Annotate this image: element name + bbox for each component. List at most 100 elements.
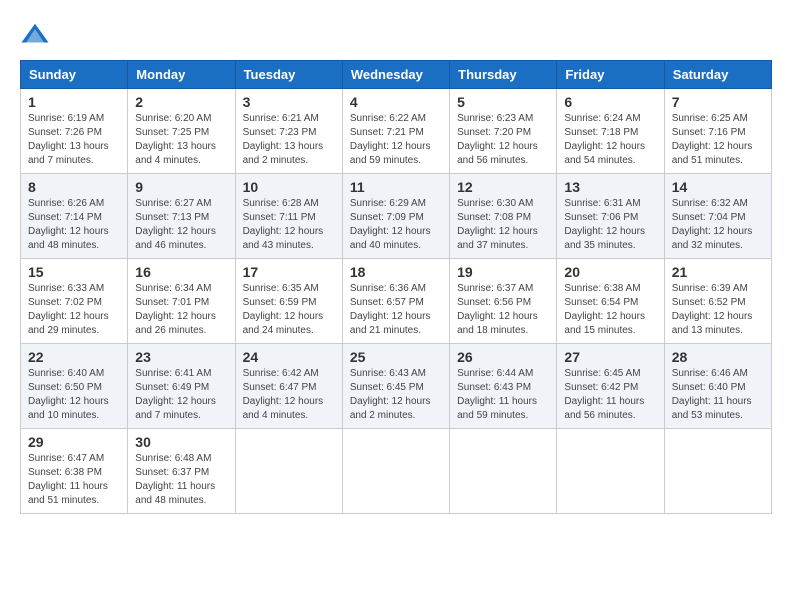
calendar-cell: 20 Sunrise: 6:38 AMSunset: 6:54 PMDayligh… <box>557 259 664 344</box>
logo-icon <box>20 20 50 50</box>
calendar-cell <box>664 429 771 514</box>
calendar-cell: 6 Sunrise: 6:24 AMSunset: 7:18 PMDaylight… <box>557 89 664 174</box>
day-number: 27 <box>564 349 656 365</box>
calendar-row: 15Sunrise: 6:33 AMSunset: 7:02 PMDayligh… <box>21 259 772 344</box>
calendar-cell: 18 Sunrise: 6:36 AMSunset: 6:57 PMDayligh… <box>342 259 449 344</box>
calendar-cell: 10 Sunrise: 6:28 AMSunset: 7:11 PMDayligh… <box>235 174 342 259</box>
day-number: 10 <box>243 179 335 195</box>
day-number: 3 <box>243 94 335 110</box>
day-number: 29 <box>28 434 120 450</box>
calendar-cell: 19 Sunrise: 6:37 AMSunset: 6:56 PMDayligh… <box>450 259 557 344</box>
day-info: Sunrise: 6:23 AMSunset: 7:20 PMDaylight:… <box>457 112 549 168</box>
day-info: Sunrise: 6:35 AMSunset: 6:59 PMDaylight:… <box>243 282 335 338</box>
day-number: 21 <box>672 264 764 280</box>
day-number: 5 <box>457 94 549 110</box>
calendar-cell: 13 Sunrise: 6:31 AMSunset: 7:06 PMDayligh… <box>557 174 664 259</box>
day-number: 26 <box>457 349 549 365</box>
day-number: 23 <box>135 349 227 365</box>
day-info: Sunrise: 6:32 AMSunset: 7:04 PMDaylight:… <box>672 197 764 253</box>
day-info: Sunrise: 6:30 AMSunset: 7:08 PMDaylight:… <box>457 197 549 253</box>
day-info: Sunrise: 6:43 AMSunset: 6:45 PMDaylight:… <box>350 367 442 423</box>
day-number: 13 <box>564 179 656 195</box>
day-info: Sunrise: 6:41 AMSunset: 6:49 PMDaylight:… <box>135 367 227 423</box>
day-info: Sunrise: 6:48 AMSunset: 6:37 PMDaylight:… <box>135 452 227 508</box>
calendar-cell: 24Sunrise: 6:42 AMSunset: 6:47 PMDayligh… <box>235 344 342 429</box>
day-number: 12 <box>457 179 549 195</box>
day-info: Sunrise: 6:19 AMSunset: 7:26 PMDaylight:… <box>28 112 120 168</box>
day-info: Sunrise: 6:20 AMSunset: 7:25 PMDaylight:… <box>135 112 227 168</box>
day-number: 16 <box>135 264 227 280</box>
day-info: Sunrise: 6:33 AMSunset: 7:02 PMDaylight:… <box>28 282 120 338</box>
logo <box>20 20 54 50</box>
day-number: 6 <box>564 94 656 110</box>
calendar-cell: 16 Sunrise: 6:34 AMSunset: 7:01 PMDayligh… <box>128 259 235 344</box>
weekday-header-saturday: Saturday <box>664 61 771 89</box>
calendar-cell: 28 Sunrise: 6:46 AMSunset: 6:40 PMDayligh… <box>664 344 771 429</box>
day-info: Sunrise: 6:22 AMSunset: 7:21 PMDaylight:… <box>350 112 442 168</box>
calendar-cell: 14Sunrise: 6:32 AMSunset: 7:04 PMDayligh… <box>664 174 771 259</box>
weekday-header-wednesday: Wednesday <box>342 61 449 89</box>
day-number: 24 <box>243 349 335 365</box>
day-info: Sunrise: 6:26 AMSunset: 7:14 PMDaylight:… <box>28 197 120 253</box>
calendar-cell: 22 Sunrise: 6:40 AMSunset: 6:50 PMDayligh… <box>21 344 128 429</box>
calendar-cell <box>557 429 664 514</box>
weekday-header-sunday: Sunday <box>21 61 128 89</box>
day-number: 1 <box>28 94 120 110</box>
calendar-cell <box>342 429 449 514</box>
day-info: Sunrise: 6:47 AMSunset: 6:38 PMDaylight:… <box>28 452 120 508</box>
weekday-header-monday: Monday <box>128 61 235 89</box>
day-info: Sunrise: 6:31 AMSunset: 7:06 PMDaylight:… <box>564 197 656 253</box>
weekday-header-thursday: Thursday <box>450 61 557 89</box>
calendar-cell: 26 Sunrise: 6:44 AMSunset: 6:43 PMDayligh… <box>450 344 557 429</box>
page-header <box>20 20 772 50</box>
day-info: Sunrise: 6:36 AMSunset: 6:57 PMDaylight:… <box>350 282 442 338</box>
day-info: Sunrise: 6:44 AMSunset: 6:43 PMDaylight:… <box>457 367 549 423</box>
day-number: 2 <box>135 94 227 110</box>
calendar-cell: 8 Sunrise: 6:26 AMSunset: 7:14 PMDaylight… <box>21 174 128 259</box>
day-info: Sunrise: 6:21 AMSunset: 7:23 PMDaylight:… <box>243 112 335 168</box>
calendar-cell: 2 Sunrise: 6:20 AMSunset: 7:25 PMDaylight… <box>128 89 235 174</box>
day-info: Sunrise: 6:34 AMSunset: 7:01 PMDaylight:… <box>135 282 227 338</box>
day-number: 28 <box>672 349 764 365</box>
calendar-cell: 29 Sunrise: 6:47 AMSunset: 6:38 PMDayligh… <box>21 429 128 514</box>
day-info: Sunrise: 6:45 AMSunset: 6:42 PMDaylight:… <box>564 367 656 423</box>
day-number: 9 <box>135 179 227 195</box>
calendar-row: 1 Sunrise: 6:19 AMSunset: 7:26 PMDaylight… <box>21 89 772 174</box>
day-info: Sunrise: 6:37 AMSunset: 6:56 PMDaylight:… <box>457 282 549 338</box>
day-number: 8 <box>28 179 120 195</box>
calendar-cell: 12 Sunrise: 6:30 AMSunset: 7:08 PMDayligh… <box>450 174 557 259</box>
calendar-cell: 3 Sunrise: 6:21 AMSunset: 7:23 PMDaylight… <box>235 89 342 174</box>
calendar-cell: 7Sunrise: 6:25 AMSunset: 7:16 PMDaylight… <box>664 89 771 174</box>
weekday-header-friday: Friday <box>557 61 664 89</box>
calendar-cell: 17 Sunrise: 6:35 AMSunset: 6:59 PMDayligh… <box>235 259 342 344</box>
calendar-cell <box>450 429 557 514</box>
day-info: Sunrise: 6:40 AMSunset: 6:50 PMDaylight:… <box>28 367 120 423</box>
calendar-cell: 1 Sunrise: 6:19 AMSunset: 7:26 PMDaylight… <box>21 89 128 174</box>
weekday-header-tuesday: Tuesday <box>235 61 342 89</box>
calendar-cell: 21Sunrise: 6:39 AMSunset: 6:52 PMDayligh… <box>664 259 771 344</box>
day-info: Sunrise: 6:27 AMSunset: 7:13 PMDaylight:… <box>135 197 227 253</box>
day-info: Sunrise: 6:24 AMSunset: 7:18 PMDaylight:… <box>564 112 656 168</box>
day-info: Sunrise: 6:38 AMSunset: 6:54 PMDaylight:… <box>564 282 656 338</box>
calendar-row: 29 Sunrise: 6:47 AMSunset: 6:38 PMDayligh… <box>21 429 772 514</box>
calendar-cell: 23 Sunrise: 6:41 AMSunset: 6:49 PMDayligh… <box>128 344 235 429</box>
day-number: 22 <box>28 349 120 365</box>
calendar-cell: 27 Sunrise: 6:45 AMSunset: 6:42 PMDayligh… <box>557 344 664 429</box>
calendar-cell: 25Sunrise: 6:43 AMSunset: 6:45 PMDayligh… <box>342 344 449 429</box>
day-number: 4 <box>350 94 442 110</box>
day-number: 18 <box>350 264 442 280</box>
calendar-header-row: SundayMondayTuesdayWednesdayThursdayFrid… <box>21 61 772 89</box>
calendar-cell: 9 Sunrise: 6:27 AMSunset: 7:13 PMDaylight… <box>128 174 235 259</box>
day-info: Sunrise: 6:46 AMSunset: 6:40 PMDaylight:… <box>672 367 764 423</box>
calendar-cell <box>235 429 342 514</box>
day-number: 20 <box>564 264 656 280</box>
day-number: 17 <box>243 264 335 280</box>
day-number: 30 <box>135 434 227 450</box>
day-number: 19 <box>457 264 549 280</box>
day-info: Sunrise: 6:28 AMSunset: 7:11 PMDaylight:… <box>243 197 335 253</box>
calendar-row: 8 Sunrise: 6:26 AMSunset: 7:14 PMDaylight… <box>21 174 772 259</box>
day-info: Sunrise: 6:29 AMSunset: 7:09 PMDaylight:… <box>350 197 442 253</box>
calendar-row: 22 Sunrise: 6:40 AMSunset: 6:50 PMDayligh… <box>21 344 772 429</box>
calendar-cell: 4 Sunrise: 6:22 AMSunset: 7:21 PMDaylight… <box>342 89 449 174</box>
calendar-cell: 30 Sunrise: 6:48 AMSunset: 6:37 PMDayligh… <box>128 429 235 514</box>
